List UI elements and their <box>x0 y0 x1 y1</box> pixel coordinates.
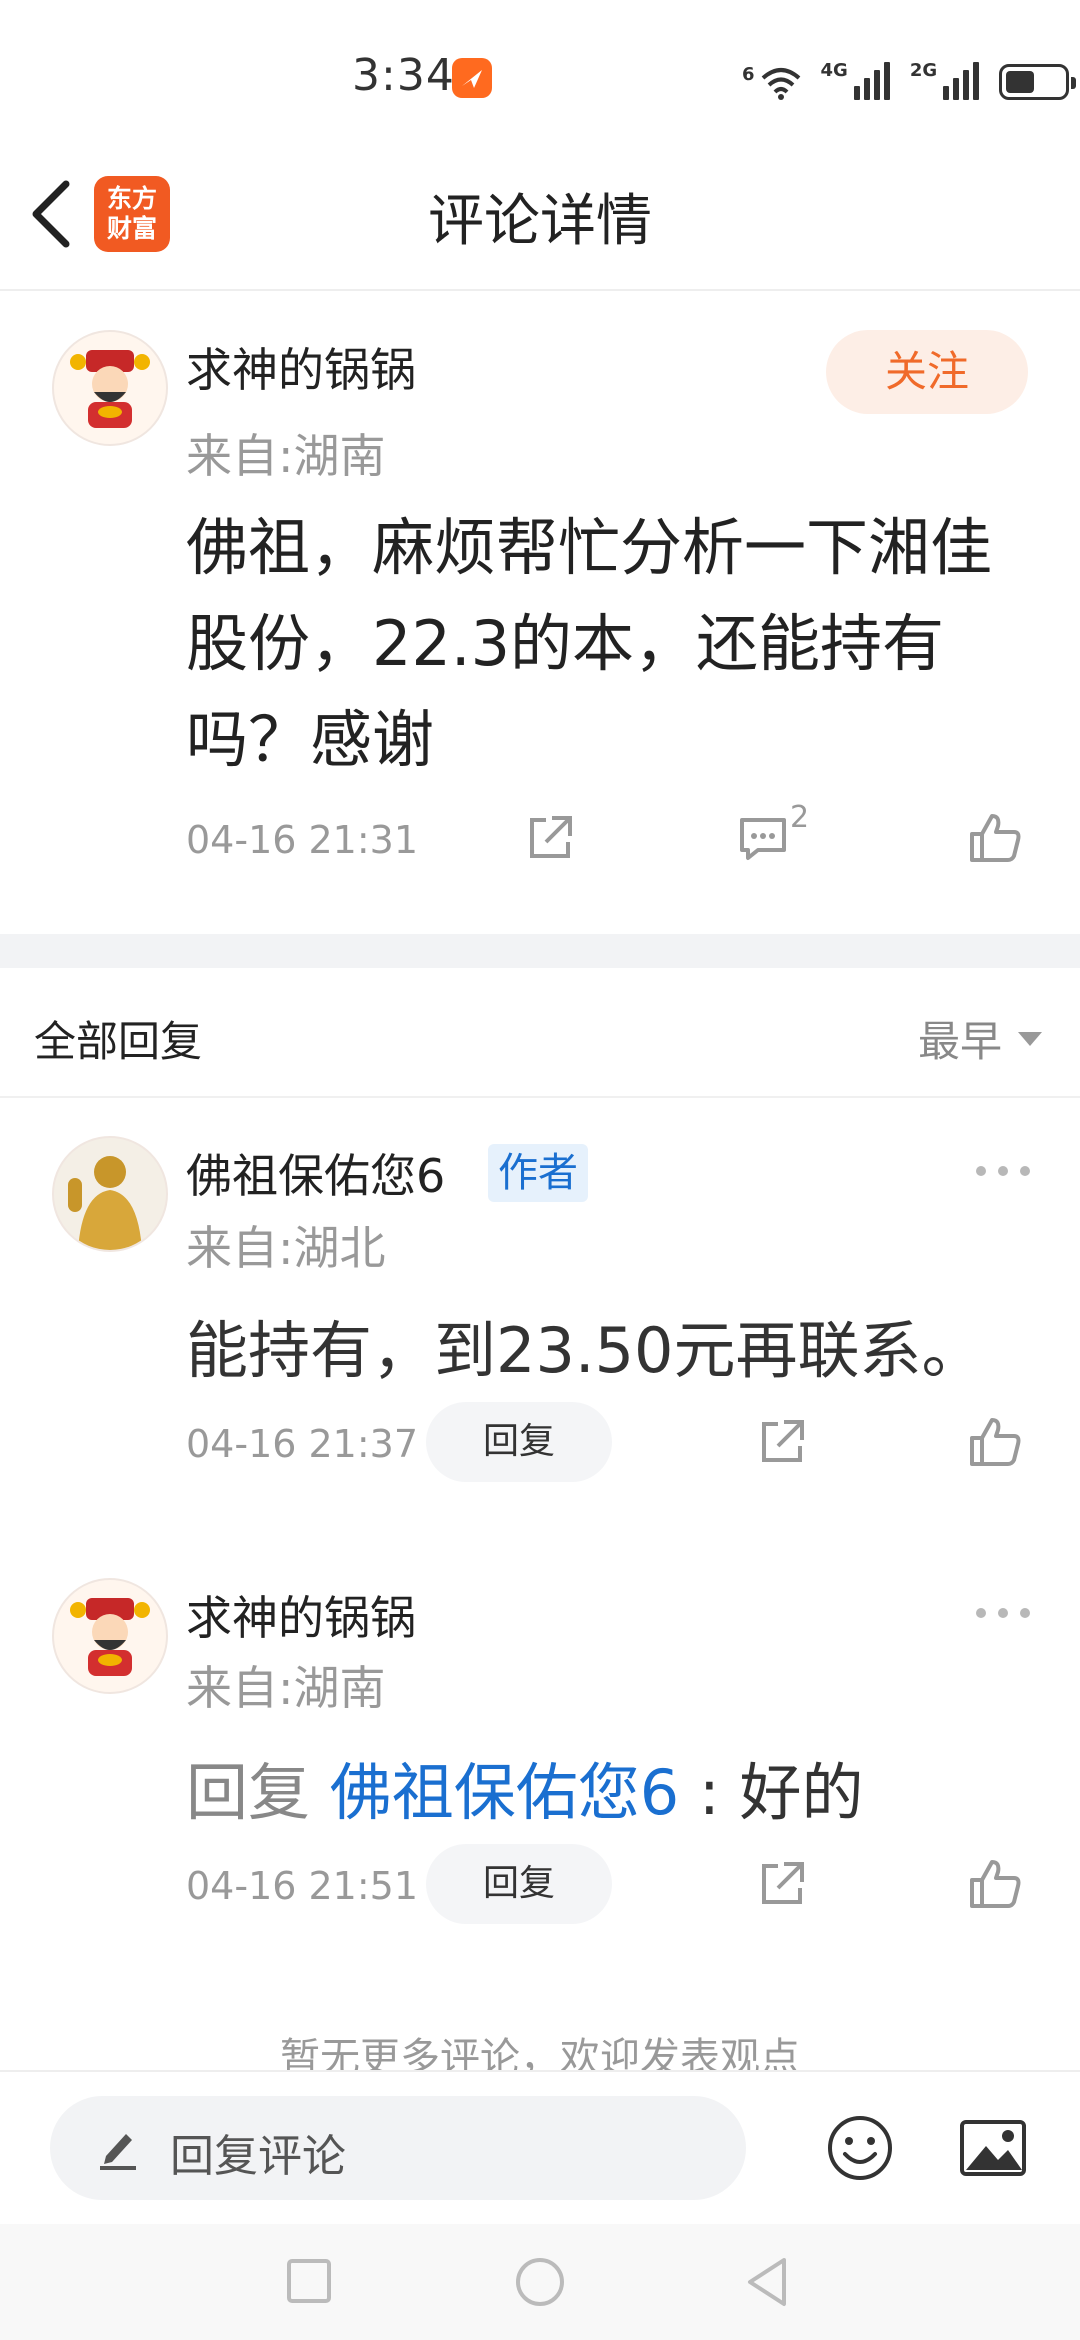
recent-apps-icon[interactable] <box>286 2258 332 2304</box>
caret-down-icon <box>1018 1031 1043 1046</box>
share-button[interactable] <box>756 1416 808 1468</box>
emoji-button[interactable] <box>826 2114 894 2182</box>
comment-button[interactable] <box>736 812 790 864</box>
pencil-icon <box>96 2126 140 2172</box>
image-button[interactable] <box>958 2116 1028 2180</box>
battery-icon <box>999 64 1077 100</box>
notification-icon <box>452 58 492 98</box>
share-icon <box>762 1862 804 1904</box>
page-title: 评论详情 <box>428 189 652 254</box>
comment-username[interactable]: 求神的锅锅 <box>186 334 416 400</box>
mention-link[interactable]: 佛祖保佑您6 <box>330 1756 679 1829</box>
reply-location: 来自:湖南 <box>186 1661 386 1715</box>
avatar[interactable] <box>52 1136 168 1252</box>
reply-location: 来自:湖北 <box>186 1221 386 1275</box>
more-options-icon[interactable] <box>976 1608 1030 1620</box>
reply-input[interactable] <box>50 2096 746 2200</box>
share-icon <box>762 1420 804 1462</box>
thumbs-up-icon <box>970 1418 1021 1466</box>
reply-separator: : <box>698 1756 720 1829</box>
reply-time: 04-16 21:37 <box>186 1422 419 1466</box>
status-icons: 6 4G 2G <box>742 52 1077 100</box>
reply-button[interactable]: 回复 <box>426 1844 612 1924</box>
reply-input-placeholder: 回复评论 <box>170 2131 346 2182</box>
reply-username[interactable]: 佛祖保佑您6 <box>186 1140 445 1206</box>
signal-4g-icon: 4G <box>821 62 890 100</box>
like-button[interactable] <box>968 1858 1022 1910</box>
like-button[interactable] <box>968 812 1022 864</box>
emoji-icon <box>828 2116 892 2180</box>
back-nav-icon[interactable] <box>744 2256 790 2308</box>
section-separator <box>0 934 1080 968</box>
signal-2g-icon: 2G <box>910 62 980 100</box>
reply-content: 能持有，到23.50元再联系。 <box>186 1314 984 1387</box>
share-button[interactable] <box>524 812 576 864</box>
comment-time: 04-16 21:31 <box>186 818 419 862</box>
image-icon <box>960 2120 1026 2176</box>
reply-prefix: 回复 <box>186 1756 311 1829</box>
thumbs-up-icon <box>970 1860 1021 1908</box>
avatar[interactable] <box>52 330 168 446</box>
sort-dropdown[interactable]: 最早 <box>918 1008 1043 1069</box>
header-divider <box>0 289 1080 291</box>
replies-section-title: 全部回复 <box>34 1017 203 1066</box>
reply-content: 回复 佛祖保佑您6 : 好的 <box>186 1742 864 1832</box>
reply-body: 好的 <box>739 1756 864 1829</box>
status-time: 3:34 <box>352 50 455 101</box>
section-divider <box>0 1096 1080 1098</box>
thumbs-up-icon <box>970 814 1021 862</box>
home-icon[interactable] <box>514 2256 566 2308</box>
comment-content: 佛祖，麻烦帮忙分析一下湘佳股份，22.3的本，还能持有吗？感谢 <box>186 511 993 776</box>
reply-time: 04-16 21:51 <box>186 1864 419 1908</box>
like-button[interactable] <box>968 1416 1022 1468</box>
reply-button[interactable]: 回复 <box>426 1402 612 1482</box>
wifi-icon: 6 <box>742 66 801 100</box>
author-badge: 作者 <box>488 1144 588 1202</box>
share-button[interactable] <box>756 1858 808 1910</box>
comment-location: 来自:湖南 <box>186 429 386 483</box>
sort-label: 最早 <box>918 1017 1003 1066</box>
avatar[interactable] <box>52 1578 168 1694</box>
follow-button[interactable]: 关注 <box>826 330 1028 414</box>
share-icon <box>530 816 572 858</box>
more-options-icon[interactable] <box>976 1166 1030 1178</box>
comment-count: 2 <box>790 800 810 835</box>
comment-icon <box>740 818 786 860</box>
reply-username[interactable]: 求神的锅锅 <box>186 1582 416 1648</box>
